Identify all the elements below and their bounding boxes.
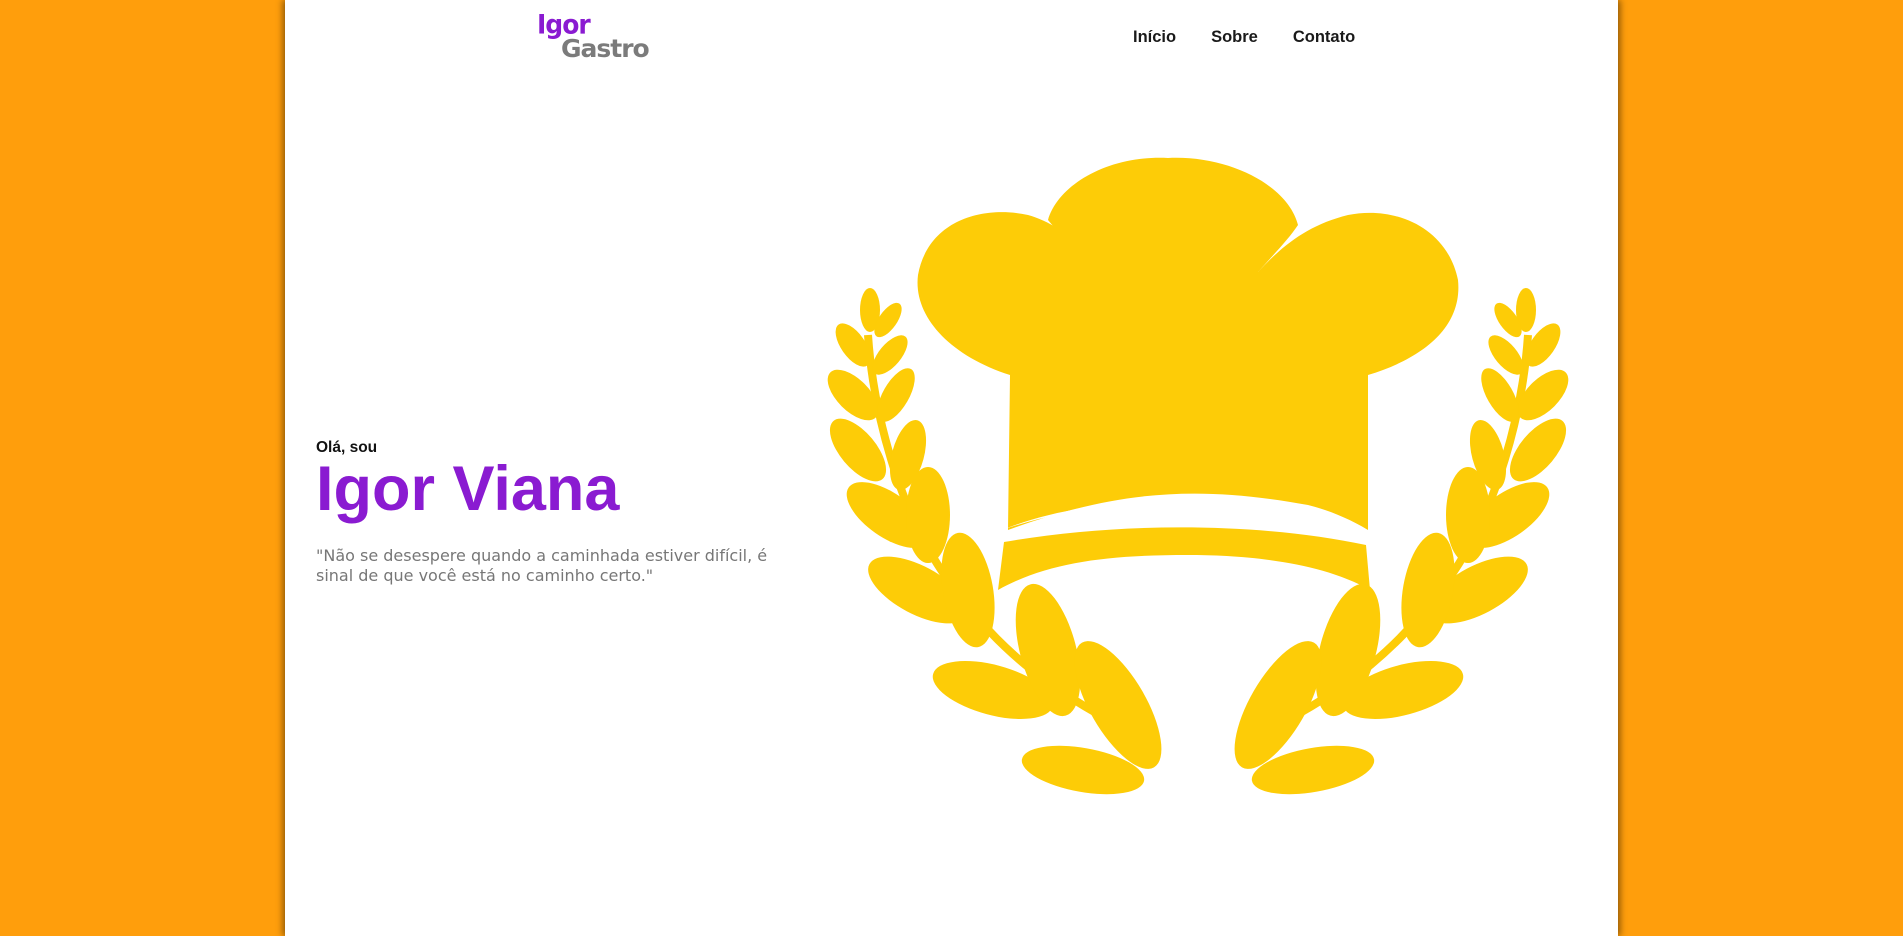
hero-text: Olá, sou Igor Viana "Não se desespere qu… bbox=[316, 439, 786, 585]
nav-link-inicio[interactable]: Início bbox=[1133, 28, 1176, 47]
main-nav: Início Sobre Contato bbox=[1133, 28, 1355, 47]
page-container: Igor Gastro Início Sobre Contato Olá, so… bbox=[285, 0, 1618, 936]
hero-quote: "Não se desespere quando a caminhada est… bbox=[316, 546, 768, 585]
nav-link-contato[interactable]: Contato bbox=[1293, 28, 1355, 47]
hero-name: Igor Viana bbox=[316, 454, 620, 524]
nav-link-sobre[interactable]: Sobre bbox=[1211, 28, 1258, 47]
site-logo[interactable]: Igor Gastro bbox=[537, 9, 657, 66]
chef-hat-with-laurel-icon bbox=[827, 157, 1569, 795]
logo-text-gastro: Gastro bbox=[561, 34, 650, 63]
